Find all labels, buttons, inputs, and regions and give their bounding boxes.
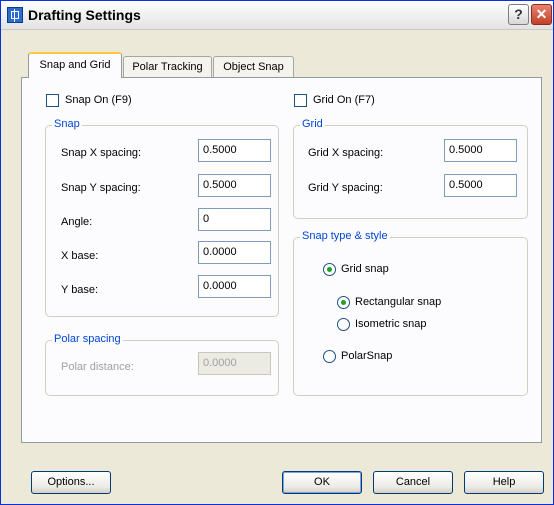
cancel-button[interactable]: Cancel [373,471,453,494]
grid-y-spacing-input[interactable]: 0.5000 [444,174,517,197]
grid-x-spacing-label: Grid X spacing: [308,147,384,159]
y-base-input[interactable]: 0.0000 [198,275,271,298]
drafting-settings-dialog: Drafting Settings ? ✕ Snap and Grid Pola… [0,0,554,505]
title-bar: Drafting Settings ? ✕ [1,1,553,30]
grid-group-title: Grid [300,118,325,130]
polar-snap-radio[interactable] [323,350,336,363]
polar-distance-input[interactable]: 0.0000 [198,352,271,375]
snap-on-checkbox[interactable] [46,94,59,107]
angle-label: Angle: [61,216,93,228]
drafting-app-icon [7,7,23,23]
tab-snap-and-grid[interactable]: Snap and Grid [28,52,122,78]
rectangular-snap-radio[interactable] [337,296,350,309]
grid-snap-radio[interactable] [323,263,336,276]
y-base-label: Y base: [61,284,99,296]
isometric-snap-label: Isometric snap [355,318,427,330]
grid-on-checkbox[interactable] [294,94,307,107]
grid-snap-label: Grid snap [341,263,389,275]
rectangular-snap-label: Rectangular snap [355,296,442,308]
polar-distance-label: Polar distance: [61,361,134,373]
snap-type-style-group: Snap type & style [293,230,528,396]
tab-polar-tracking[interactable]: Polar Tracking [123,56,212,78]
dialog-title: Drafting Settings [28,7,141,23]
grid-on-label: Grid On (F7) [313,94,375,106]
grid-x-spacing-input[interactable]: 0.5000 [444,139,517,162]
snap-on-label: Snap On (F9) [65,94,132,106]
options-button[interactable]: Options... [31,471,111,494]
help-button[interactable]: Help [464,471,544,494]
snap-x-spacing-input[interactable]: 0.5000 [198,139,271,162]
tab-object-snap[interactable]: Object Snap [213,56,294,78]
snap-y-spacing-label: Snap Y spacing: [61,182,141,194]
x-base-input[interactable]: 0.0000 [198,241,271,264]
snap-group-title: Snap [52,118,82,130]
ok-button[interactable]: OK [282,471,362,494]
snap-x-spacing-label: Snap X spacing: [61,147,142,159]
angle-input[interactable]: 0 [198,208,271,231]
isometric-snap-radio[interactable] [337,318,350,331]
help-title-button[interactable]: ? [508,4,529,25]
polar-spacing-title: Polar spacing [52,333,123,345]
snap-y-spacing-input[interactable]: 0.5000 [198,174,271,197]
grid-y-spacing-label: Grid Y spacing: [308,182,383,194]
x-base-label: X base: [61,250,99,262]
close-button[interactable]: ✕ [531,4,552,25]
polar-snap-label: PolarSnap [341,350,393,362]
snap-type-style-title: Snap type & style [300,230,390,242]
